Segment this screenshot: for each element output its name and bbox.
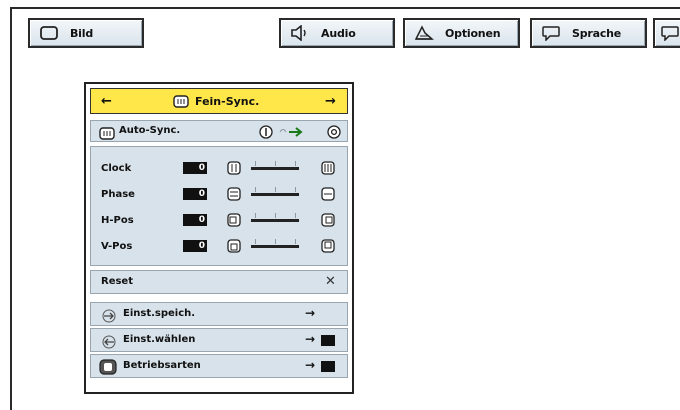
clock-slider-track[interactable] bbox=[251, 161, 299, 170]
auto-sync-icon bbox=[99, 125, 115, 144]
phase-value: 0 bbox=[183, 188, 207, 200]
speaker-icon bbox=[289, 25, 311, 41]
reset-label: Reset bbox=[101, 276, 133, 287]
frame-border-left bbox=[10, 7, 12, 410]
v-pos-row[interactable]: V-Pos 0 bbox=[91, 239, 347, 253]
load-arrow-icon bbox=[101, 334, 117, 353]
reset-row[interactable]: Reset ✕ bbox=[90, 270, 348, 294]
h-pos-right-icon bbox=[321, 213, 335, 227]
select-settings-arrow: → bbox=[305, 332, 316, 346]
tab-sprache[interactable]: Sprache bbox=[530, 18, 647, 48]
arrow-right-icon bbox=[279, 124, 305, 143]
tab-audio[interactable]: Audio bbox=[279, 18, 395, 48]
menu-header: ← Fein-Sync. → bbox=[90, 88, 348, 114]
v-pos-label: V-Pos bbox=[101, 240, 133, 252]
tab-label: Bild bbox=[70, 26, 93, 40]
tab-optionen[interactable]: Optionen bbox=[403, 18, 520, 48]
operating-modes-box bbox=[321, 361, 335, 372]
options-icon bbox=[413, 25, 435, 41]
phase-row[interactable]: Phase 0 bbox=[91, 187, 347, 201]
v-pos-value: 0 bbox=[183, 240, 207, 252]
clock-low-icon bbox=[227, 161, 241, 175]
h-pos-slider-track[interactable] bbox=[251, 213, 299, 222]
menu-title: Fein-Sync. bbox=[195, 94, 260, 108]
h-pos-left-icon bbox=[227, 213, 241, 227]
prev-arrow-button[interactable]: ← bbox=[101, 94, 112, 109]
auto-sync-label: Auto-Sync. bbox=[119, 125, 181, 136]
operating-modes-arrow: → bbox=[305, 358, 316, 372]
fine-sync-menu: ← Fein-Sync. → Auto-Sync. Clock 0 Phase … bbox=[84, 82, 354, 394]
auto-sync-row[interactable]: Auto-Sync. bbox=[90, 120, 348, 142]
fine-sync-icon bbox=[173, 95, 189, 111]
monitor-icon bbox=[38, 25, 60, 41]
speech-bubble-icon bbox=[659, 25, 680, 41]
v-pos-slider-track[interactable] bbox=[251, 239, 299, 248]
clock-row[interactable]: Clock 0 bbox=[91, 161, 347, 175]
save-settings-label: Einst.speich. bbox=[123, 308, 196, 319]
tab-label: Sprache bbox=[572, 26, 622, 40]
speech-bubble-icon bbox=[540, 25, 562, 41]
save-settings-row[interactable]: Einst.speich. → bbox=[90, 302, 348, 326]
power-off-icon[interactable] bbox=[327, 124, 341, 143]
save-arrow-icon bbox=[101, 308, 117, 327]
reset-x-icon: ✕ bbox=[325, 274, 336, 289]
tab-bild[interactable]: Bild bbox=[28, 18, 144, 48]
operating-modes-label: Betriebsarten bbox=[123, 360, 201, 371]
tab-label: Audio bbox=[321, 26, 356, 40]
phase-high-icon bbox=[321, 187, 335, 201]
frame-border-top bbox=[10, 7, 680, 9]
operating-modes-row[interactable]: Betriebsarten → bbox=[90, 354, 348, 378]
clock-high-icon bbox=[321, 161, 335, 175]
select-settings-label: Einst.wählen bbox=[123, 334, 196, 345]
phase-slider-track[interactable] bbox=[251, 187, 299, 196]
select-settings-box bbox=[321, 335, 335, 346]
clock-label: Clock bbox=[101, 162, 132, 174]
h-pos-value: 0 bbox=[183, 214, 207, 226]
power-on-icon[interactable] bbox=[259, 124, 273, 143]
tab-more[interactable] bbox=[653, 18, 680, 48]
phase-low-icon bbox=[227, 187, 241, 201]
adjustment-panel: Clock 0 Phase 0 H-Pos 0 V-Pos 0 bbox=[90, 146, 348, 266]
v-pos-up-icon bbox=[321, 239, 335, 253]
v-pos-down-icon bbox=[227, 239, 241, 253]
clock-value: 0 bbox=[183, 162, 207, 174]
save-settings-arrow: → bbox=[305, 306, 316, 320]
next-arrow-button[interactable]: → bbox=[325, 94, 336, 109]
h-pos-label: H-Pos bbox=[101, 214, 134, 226]
phase-label: Phase bbox=[101, 188, 135, 200]
h-pos-row[interactable]: H-Pos 0 bbox=[91, 213, 347, 227]
operating-modes-icon bbox=[99, 359, 117, 379]
select-settings-row[interactable]: Einst.wählen → bbox=[90, 328, 348, 352]
tab-label: Optionen bbox=[445, 26, 501, 40]
